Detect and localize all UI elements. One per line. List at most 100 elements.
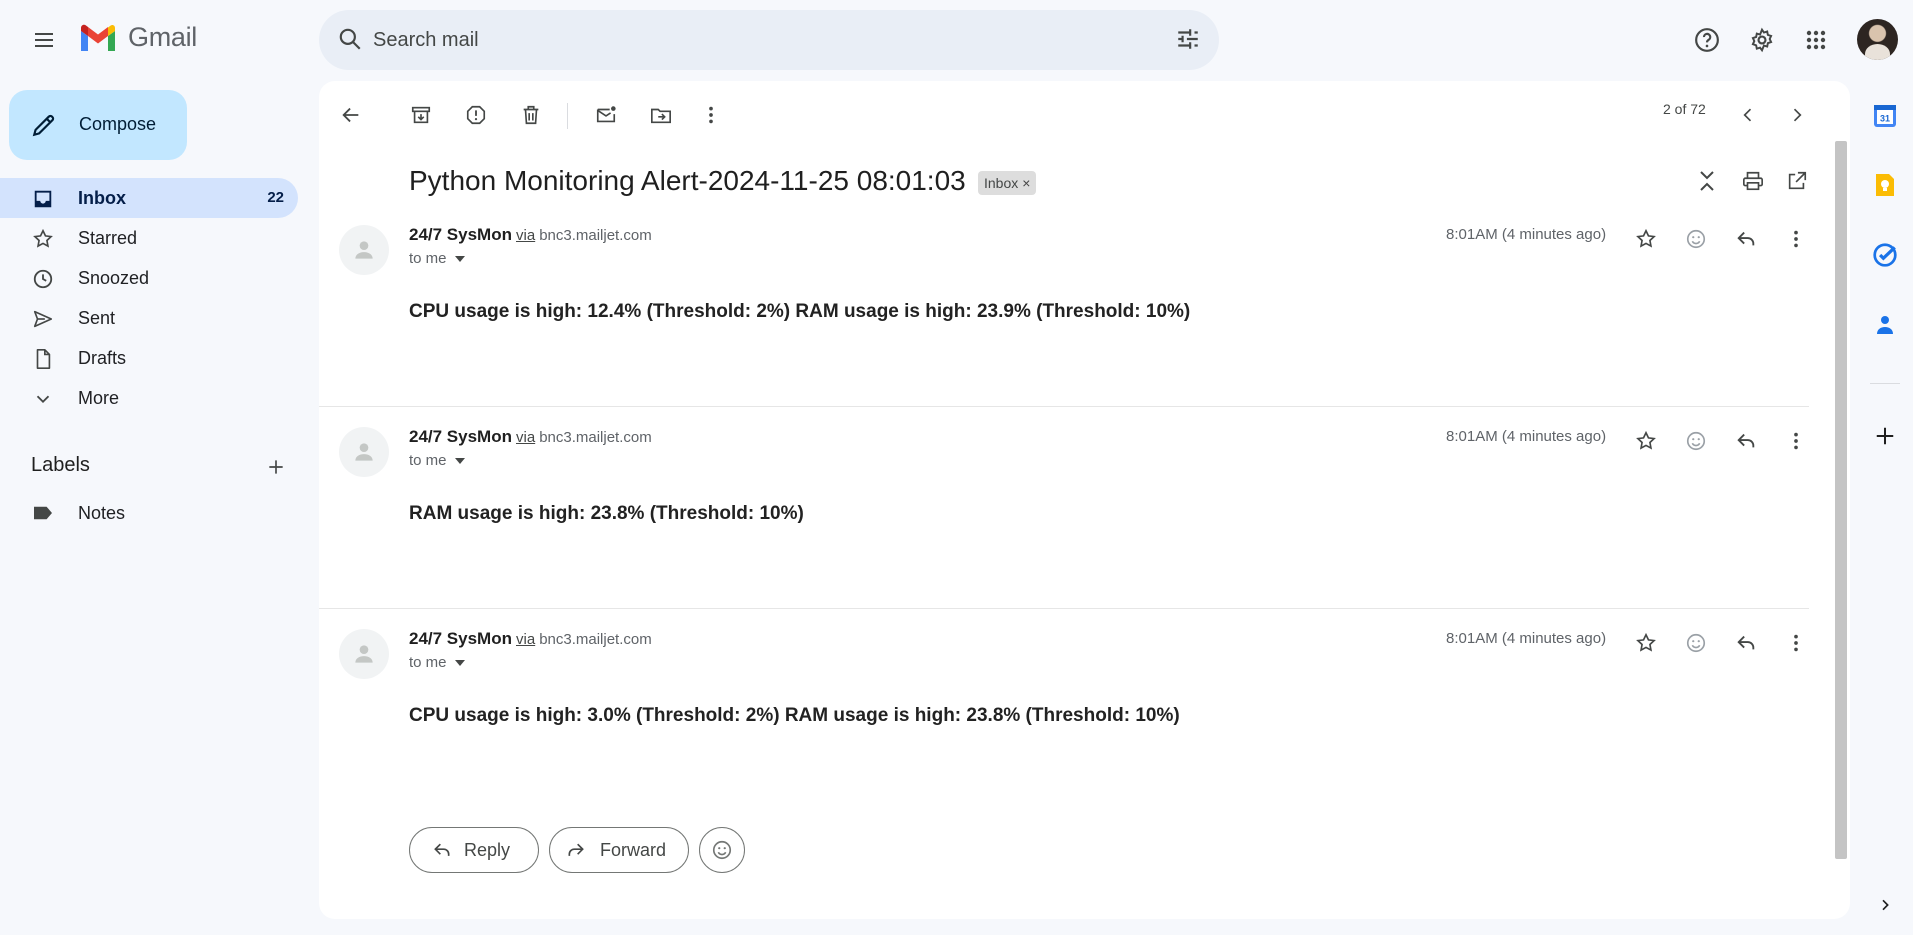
sidebar-item-more[interactable]: More xyxy=(0,378,298,418)
search-icon[interactable] xyxy=(337,26,363,52)
star-button[interactable] xyxy=(1628,221,1664,257)
back-button[interactable] xyxy=(331,95,371,135)
sender-line: 24/7 SysMon via bnc3.mailjet.com xyxy=(409,629,652,649)
get-addons-button[interactable] xyxy=(1870,421,1900,451)
pencil-icon xyxy=(32,114,55,137)
more-actions-button[interactable] xyxy=(691,95,731,135)
contacts-icon xyxy=(1877,316,1893,334)
message-body: RAM usage is high: 23.8% (Threshold: 10%… xyxy=(409,503,804,524)
via-link[interactable]: via xyxy=(516,227,535,244)
message-item: 24/7 SysMon via bnc3.mailjet.com to me 8:0… xyxy=(319,407,1809,609)
via-link[interactable]: via xyxy=(516,429,535,446)
forward-button[interactable]: Forward xyxy=(549,827,689,873)
star-icon xyxy=(1636,430,1656,450)
star-icon xyxy=(1636,632,1656,652)
toolbar-divider xyxy=(567,103,568,129)
account-avatar[interactable] xyxy=(1857,19,1898,60)
sidebar-item-notes[interactable]: Notes xyxy=(0,493,298,533)
sidebar-item-starred[interactable]: Starred xyxy=(0,218,298,258)
gmail-m-icon xyxy=(81,24,115,51)
compose-label: Compose xyxy=(79,114,157,134)
add-reaction-button[interactable] xyxy=(1678,423,1714,459)
sender-name[interactable]: 24/7 SysMon xyxy=(409,225,512,244)
star-icon xyxy=(32,228,54,250)
newer-button[interactable] xyxy=(1728,95,1768,135)
message-item: 24/7 SysMon via bnc3.mailjet.com to me 8:0… xyxy=(319,609,1809,811)
move-to-button[interactable] xyxy=(641,95,681,135)
sender-name[interactable]: 24/7 SysMon xyxy=(409,427,512,446)
apps-button[interactable] xyxy=(1794,18,1838,62)
sidebar-item-snoozed[interactable]: Snoozed xyxy=(0,258,298,298)
send-icon xyxy=(32,308,54,330)
sidebar-item-drafts[interactable]: Drafts xyxy=(0,338,298,378)
older-button[interactable] xyxy=(1777,95,1817,135)
mark-unread-button[interactable] xyxy=(586,95,626,135)
help-icon xyxy=(1695,28,1719,52)
recipient-details[interactable]: to me xyxy=(409,250,465,267)
thread-subject: Python Monitoring Alert-2024-11-25 08:01… xyxy=(409,165,966,196)
main-menu-button[interactable] xyxy=(22,20,66,60)
calendar-icon: 31 xyxy=(1874,105,1896,127)
pagination-text: 2 of 72 xyxy=(1663,101,1706,117)
chevron-left-icon xyxy=(1743,108,1752,122)
recipient-label: to me xyxy=(409,654,447,671)
plus-icon xyxy=(269,460,283,474)
compose-button[interactable]: Compose xyxy=(9,90,187,160)
forward-icon xyxy=(568,843,584,856)
collapse-all-button[interactable] xyxy=(1689,163,1725,199)
sender-domain: bnc3.mailjet.com xyxy=(539,429,652,446)
message-body: CPU usage is high: 12.4% (Threshold: 2%)… xyxy=(409,301,1191,322)
star-button[interactable] xyxy=(1628,625,1664,661)
gmail-logo[interactable]: Gmail xyxy=(78,22,197,53)
archive-button[interactable] xyxy=(401,95,441,135)
person-icon xyxy=(355,443,373,461)
keep-app-button[interactable] xyxy=(1870,170,1900,200)
add-reaction-button[interactable] xyxy=(1678,221,1714,257)
spam-icon xyxy=(466,105,486,125)
print-icon xyxy=(1743,171,1763,191)
sender-avatar xyxy=(339,427,389,477)
message-item: 24/7 SysMon via bnc3.mailjet.com to me 8:0… xyxy=(319,205,1809,407)
sender-name[interactable]: 24/7 SysMon xyxy=(409,629,512,648)
sidebar-item-sent[interactable]: Sent xyxy=(0,298,298,338)
help-button[interactable] xyxy=(1685,18,1729,62)
sidebar-item-label: Notes xyxy=(78,503,126,523)
tasks-app-button[interactable] xyxy=(1870,240,1900,270)
message-more-button[interactable] xyxy=(1778,423,1814,459)
search-options-icon[interactable] xyxy=(1175,26,1201,52)
search-input[interactable] xyxy=(373,22,1133,58)
open-in-new-icon xyxy=(1788,171,1807,190)
open-new-window-button[interactable] xyxy=(1779,163,1815,199)
chevron-down-icon xyxy=(32,388,54,410)
delete-button[interactable] xyxy=(511,95,551,135)
add-reaction-button[interactable] xyxy=(1678,625,1714,661)
recipient-details[interactable]: to me xyxy=(409,452,465,469)
via-link[interactable]: via xyxy=(516,631,535,648)
sidebar-item-label: Starred xyxy=(78,228,138,248)
message-more-button[interactable] xyxy=(1778,625,1814,661)
reply-all-bottom-button[interactable]: Reply xyxy=(409,827,539,873)
keep-icon xyxy=(1876,174,1894,196)
reply-button[interactable] xyxy=(1728,221,1764,257)
create-label-button[interactable] xyxy=(262,453,290,481)
caret-down-icon xyxy=(454,255,465,262)
print-button[interactable] xyxy=(1735,163,1771,199)
sender-line: 24/7 SysMon via bnc3.mailjet.com xyxy=(409,225,652,245)
star-button[interactable] xyxy=(1628,423,1664,459)
reply-button[interactable] xyxy=(1728,423,1764,459)
settings-button[interactable] xyxy=(1740,18,1784,62)
emoji-reaction-button[interactable] xyxy=(699,827,745,873)
archive-icon xyxy=(411,106,431,124)
draft-icon xyxy=(32,348,54,370)
expand-side-panel-button[interactable] xyxy=(1870,890,1900,920)
recipient-details[interactable]: to me xyxy=(409,654,465,671)
scrollbar-thumb[interactable] xyxy=(1835,141,1847,859)
remove-label-button[interactable]: × xyxy=(1022,175,1030,191)
report-spam-button[interactable] xyxy=(456,95,496,135)
reply-button[interactable] xyxy=(1728,625,1764,661)
sidebar-item-inbox[interactable]: Inbox 22 xyxy=(0,178,298,218)
contacts-app-button[interactable] xyxy=(1870,310,1900,340)
emoji-icon xyxy=(1686,229,1706,249)
calendar-app-button[interactable]: 31 xyxy=(1870,101,1900,131)
message-more-button[interactable] xyxy=(1778,221,1814,257)
